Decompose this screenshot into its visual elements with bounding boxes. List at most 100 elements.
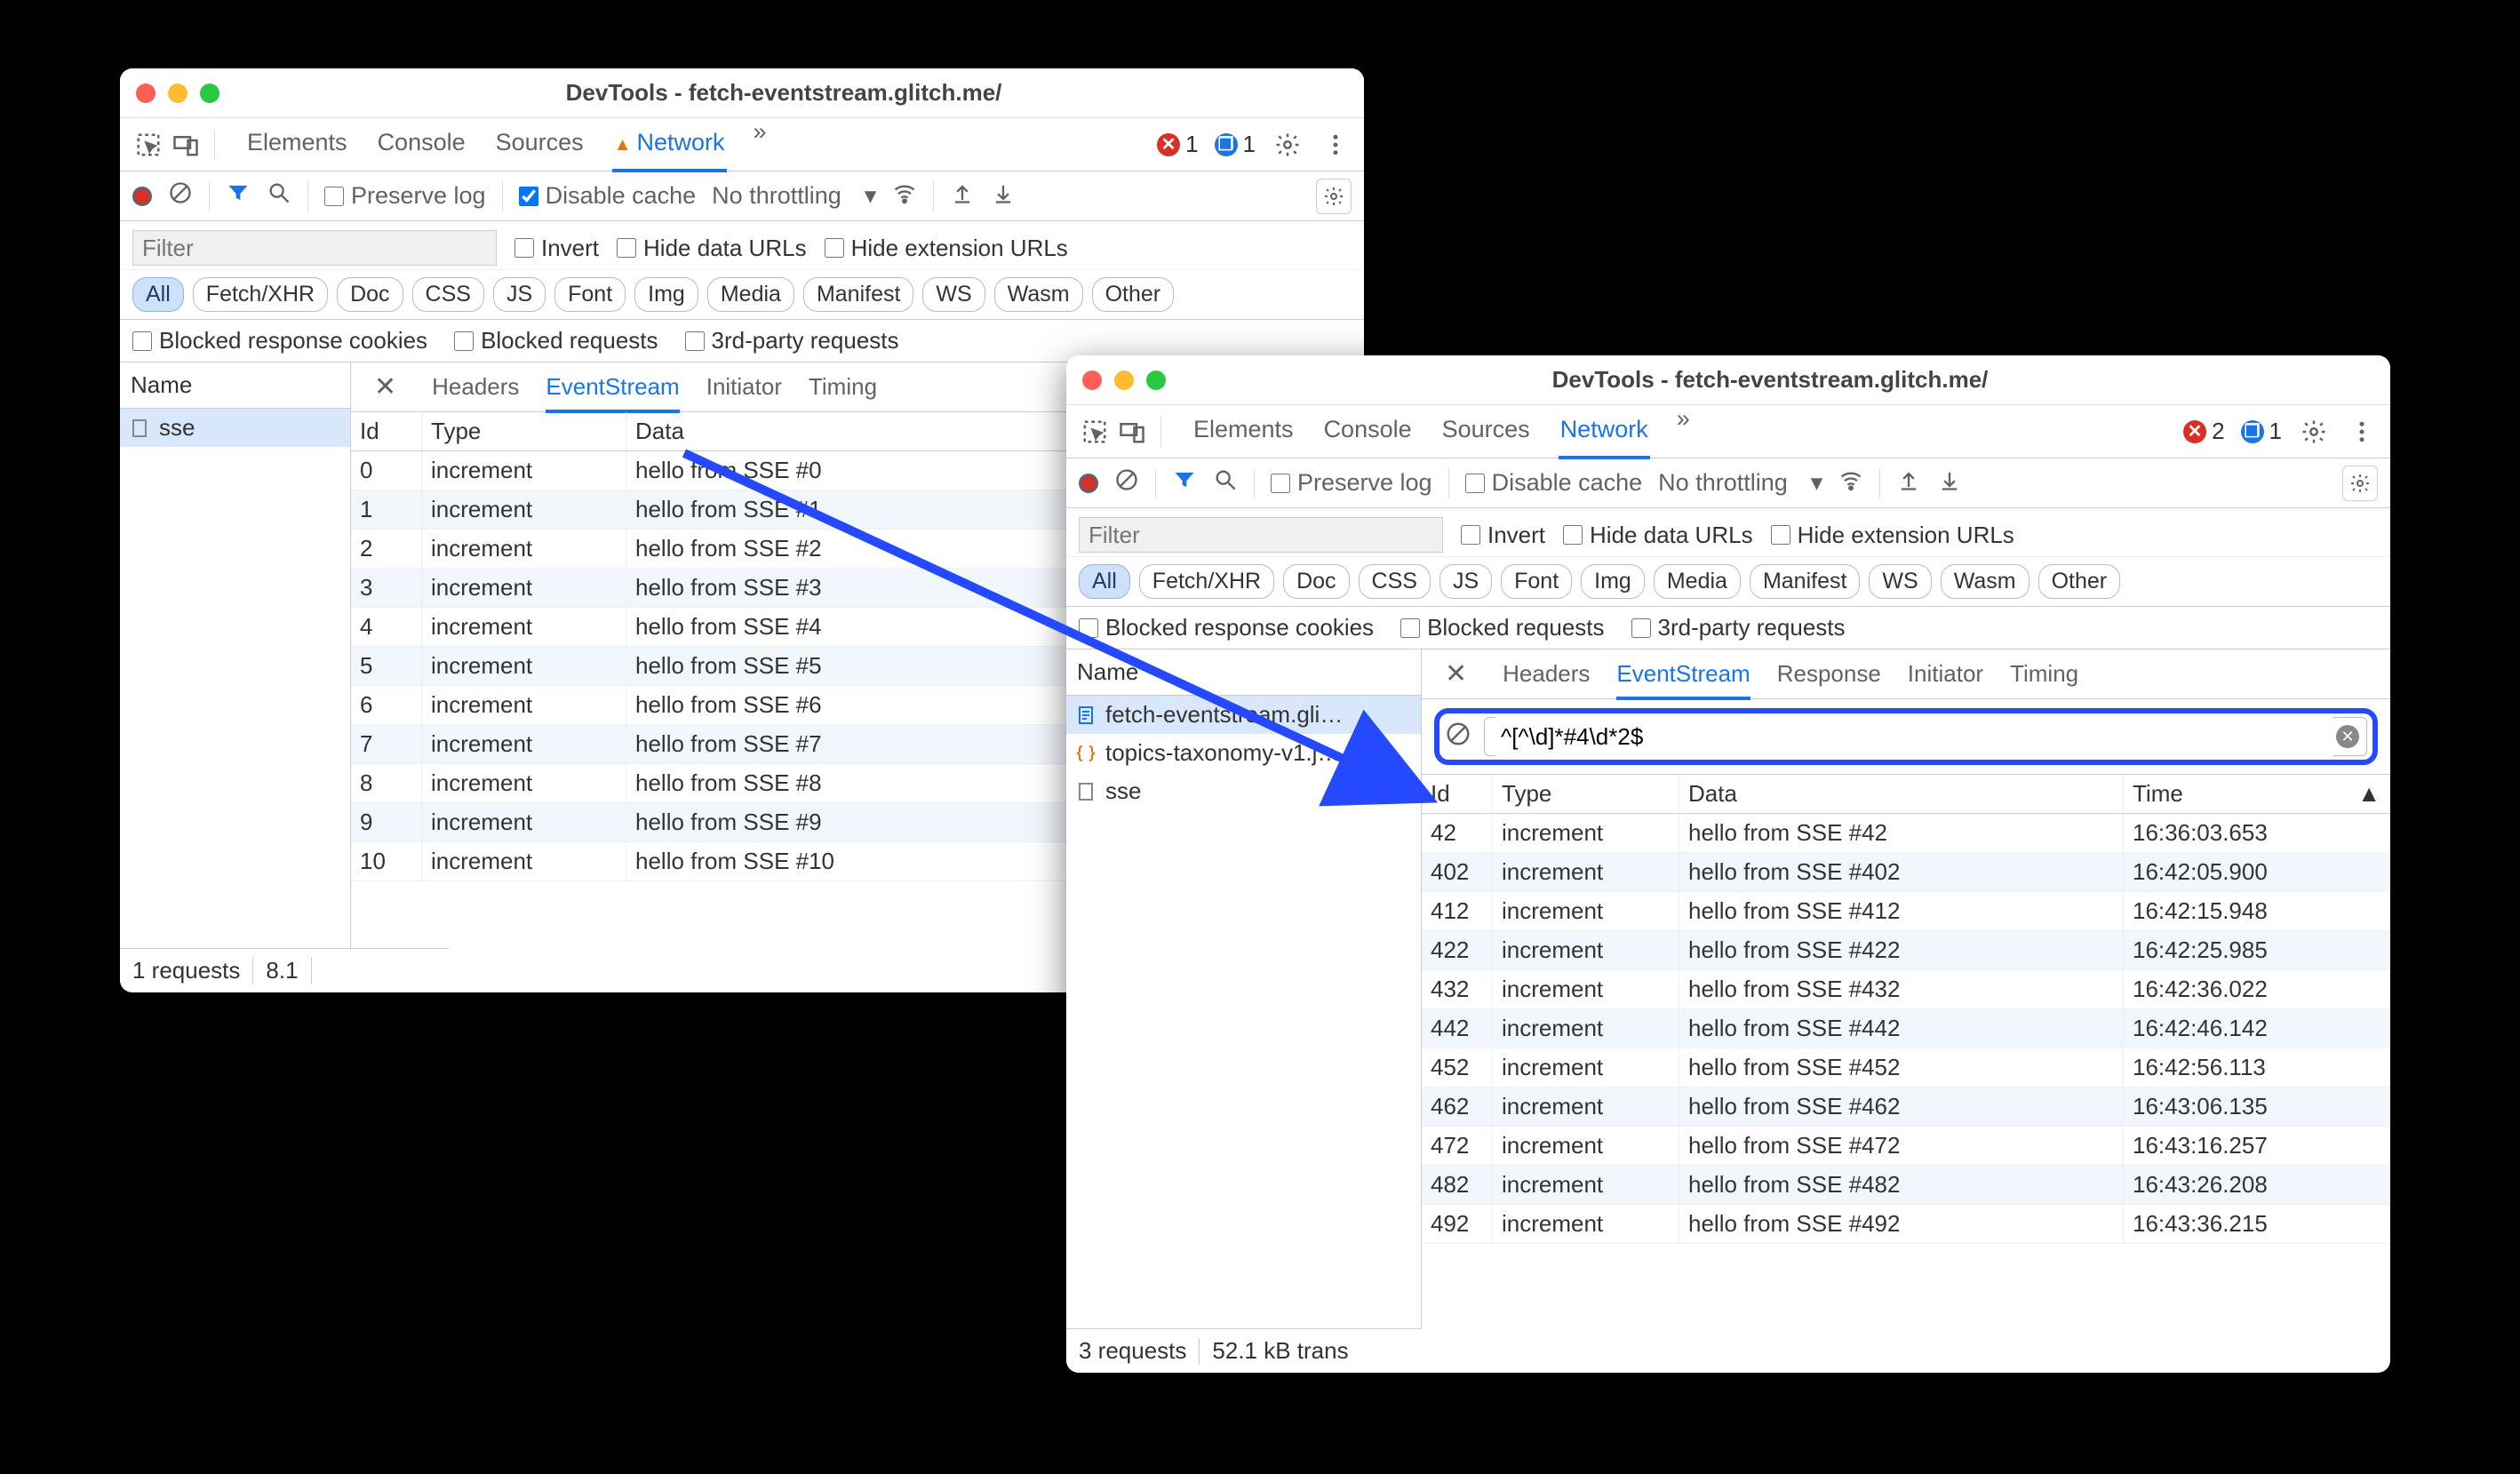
hide-ext-urls-checkbox[interactable]: Hide extension URLs	[1771, 522, 2014, 549]
blocked-requests-checkbox[interactable]: Blocked requests	[1400, 614, 1604, 641]
table-row[interactable]: 42incrementhello from SSE #4216:36:03.65…	[1422, 814, 2390, 853]
device-icon[interactable]	[170, 129, 202, 161]
type-chip-ws[interactable]: WS	[1869, 564, 1931, 599]
tab-elements[interactable]: Elements	[245, 118, 349, 171]
wifi-icon[interactable]	[892, 180, 917, 211]
type-chip-media[interactable]: Media	[707, 277, 794, 312]
table-row[interactable]: 442incrementhello from SSE #44216:42:46.…	[1422, 1009, 2390, 1048]
table-row[interactable]: 472incrementhello from SSE #47216:43:16.…	[1422, 1127, 2390, 1166]
tab-console[interactable]: Console	[376, 118, 467, 171]
close-icon[interactable]: ✕	[1436, 658, 1476, 689]
subtab-eventstream[interactable]: EventStream	[1616, 660, 1750, 700]
type-chip-manifest[interactable]: Manifest	[1750, 564, 1860, 599]
error-badge[interactable]: ✕2	[2183, 418, 2224, 445]
hide-data-urls-checkbox[interactable]: Hide data URLs	[1563, 522, 1753, 549]
table-row[interactable]: 492incrementhello from SSE #49216:43:36.…	[1422, 1205, 2390, 1244]
kebab-icon[interactable]	[1320, 129, 1352, 161]
request-item[interactable]: sse	[120, 409, 350, 447]
table-row[interactable]: 432incrementhello from SSE #43216:42:36.…	[1422, 970, 2390, 1009]
clear-icon[interactable]	[1114, 467, 1139, 498]
filter-input[interactable]	[132, 230, 497, 266]
table-row[interactable]: 422incrementhello from SSE #42216:42:25.…	[1422, 931, 2390, 970]
type-chip-other[interactable]: Other	[2038, 564, 2121, 599]
search-icon[interactable]	[267, 180, 291, 211]
table-header-time[interactable]: Time▲	[2124, 775, 2390, 813]
subtab-initiator[interactable]: Initiator	[1908, 660, 1983, 688]
third-party-checkbox[interactable]: 3rd-party requests	[1631, 614, 1846, 641]
wifi-icon[interactable]	[1838, 467, 1863, 498]
invert-checkbox[interactable]: Invert	[1461, 522, 1545, 549]
blocked-cookies-checkbox[interactable]: Blocked response cookies	[132, 327, 427, 355]
table-row[interactable]: 482incrementhello from SSE #48216:43:26.…	[1422, 1166, 2390, 1205]
table-header-data[interactable]: Data	[626, 412, 1115, 450]
tab-network[interactable]: Network	[1559, 405, 1650, 459]
search-icon[interactable]	[1213, 467, 1238, 498]
type-chip-css[interactable]: CSS	[412, 277, 484, 312]
tab-elements[interactable]: Elements	[1192, 405, 1296, 458]
tab-sources[interactable]: Sources	[1440, 405, 1532, 458]
record-icon[interactable]	[132, 187, 152, 206]
third-party-checkbox[interactable]: 3rd-party requests	[685, 327, 899, 355]
table-row[interactable]: 402incrementhello from SSE #40216:42:05.…	[1422, 853, 2390, 892]
blocked-requests-checkbox[interactable]: Blocked requests	[454, 327, 658, 355]
table-header-id[interactable]: Id	[1422, 775, 1493, 813]
throttling-select[interactable]: No throttling▾	[712, 182, 876, 210]
inspect-icon[interactable]	[132, 129, 164, 161]
filter-icon[interactable]	[1172, 467, 1197, 498]
request-item[interactable]: sse	[1066, 772, 1421, 810]
type-chip-other[interactable]: Other	[1092, 277, 1175, 312]
hide-data-urls-checkbox[interactable]: Hide data URLs	[617, 235, 807, 262]
more-tabs-icon[interactable]: »	[754, 118, 767, 171]
subtab-initiator[interactable]: Initiator	[706, 373, 782, 401]
upload-icon[interactable]	[950, 180, 975, 211]
close-window-icon[interactable]	[1082, 370, 1102, 390]
table-row[interactable]: 412incrementhello from SSE #41216:42:15.…	[1422, 892, 2390, 931]
type-chip-fetch-xhr[interactable]: Fetch/XHR	[193, 277, 328, 312]
tab-sources[interactable]: Sources	[494, 118, 586, 171]
preserve-log-checkbox[interactable]: Preserve log	[1271, 469, 1432, 497]
throttling-select[interactable]: No throttling▾	[1658, 469, 1822, 497]
preserve-log-checkbox[interactable]: Preserve log	[324, 182, 486, 210]
upload-icon[interactable]	[1896, 467, 1921, 498]
invert-checkbox[interactable]: Invert	[514, 235, 599, 262]
close-window-icon[interactable]	[136, 84, 156, 103]
download-icon[interactable]	[1937, 467, 1962, 498]
more-tabs-icon[interactable]: »	[1677, 405, 1690, 458]
device-icon[interactable]	[1116, 416, 1148, 448]
request-item[interactable]: fetch-eventstream.gli…	[1066, 696, 1421, 734]
type-chip-doc[interactable]: Doc	[337, 277, 403, 312]
disable-cache-checkbox[interactable]: Disable cache	[1465, 469, 1643, 497]
request-item[interactable]: topics-taxonomy-v1.j…	[1066, 734, 1421, 772]
tab-console[interactable]: Console	[1322, 405, 1414, 458]
type-chip-fetch-xhr[interactable]: Fetch/XHR	[1139, 564, 1274, 599]
subtab-response[interactable]: Response	[1777, 660, 1881, 688]
kebab-icon[interactable]	[2346, 416, 2378, 448]
subtab-eventstream[interactable]: EventStream	[546, 373, 679, 413]
type-chip-wasm[interactable]: Wasm	[994, 277, 1083, 312]
network-settings-icon[interactable]	[2342, 466, 2378, 501]
zoom-window-icon[interactable]	[1146, 370, 1166, 390]
network-settings-icon[interactable]	[1316, 179, 1352, 214]
subtab-headers[interactable]: Headers	[432, 373, 519, 401]
close-icon[interactable]: ✕	[365, 371, 405, 402]
table-row[interactable]: 452incrementhello from SSE #45216:42:56.…	[1422, 1048, 2390, 1088]
download-icon[interactable]	[991, 180, 1016, 211]
type-chip-font[interactable]: Font	[554, 277, 626, 312]
table-header-type[interactable]: Type	[422, 412, 626, 450]
subtab-timing[interactable]: Timing	[809, 373, 877, 401]
hide-ext-urls-checkbox[interactable]: Hide extension URLs	[825, 235, 1068, 262]
type-chip-css[interactable]: CSS	[1359, 564, 1431, 599]
type-chip-img[interactable]: Img	[1581, 564, 1645, 599]
type-chip-doc[interactable]: Doc	[1283, 564, 1349, 599]
type-chip-font[interactable]: Font	[1501, 564, 1572, 599]
filter-icon[interactable]	[226, 180, 251, 211]
issues-badge[interactable]: ❐1	[1215, 131, 1256, 158]
blocked-cookies-checkbox[interactable]: Blocked response cookies	[1079, 614, 1374, 641]
type-chip-all[interactable]: All	[132, 277, 184, 312]
subtab-timing[interactable]: Timing	[2010, 660, 2078, 688]
settings-icon[interactable]	[2298, 416, 2330, 448]
subtab-headers[interactable]: Headers	[1503, 660, 1590, 688]
type-chip-wasm[interactable]: Wasm	[1941, 564, 2030, 599]
table-header-type[interactable]: Type	[1493, 775, 1679, 813]
error-badge[interactable]: ✕1	[1157, 131, 1198, 158]
